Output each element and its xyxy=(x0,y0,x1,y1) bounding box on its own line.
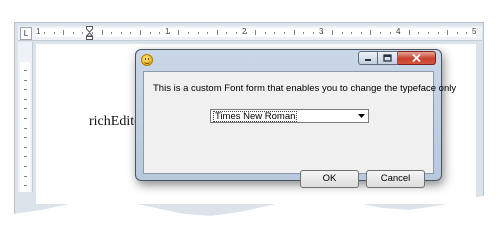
vertical-ruler-tick xyxy=(24,70,27,71)
ruler-tick xyxy=(351,32,353,34)
ruler-tick xyxy=(389,32,391,34)
maximize-icon xyxy=(383,54,392,62)
ruler-tick xyxy=(111,32,113,34)
ruler-tick xyxy=(360,32,362,34)
minimize-button[interactable] xyxy=(358,51,378,65)
ruler-number: 4 xyxy=(396,27,401,36)
ruler-number: 2 xyxy=(242,27,247,36)
tab-selector-button[interactable]: L xyxy=(20,27,32,40)
ruler-tick xyxy=(149,32,151,34)
indent-marker-icon[interactable] xyxy=(86,26,93,40)
vertical-ruler-tick xyxy=(24,89,27,91)
document-text[interactable]: richEdit( xyxy=(89,114,139,130)
vertical-ruler-tick xyxy=(24,175,27,177)
vertical-ruler-tick xyxy=(24,166,27,167)
ruler-tick xyxy=(456,32,458,34)
caption-buttons xyxy=(358,51,436,66)
ruler-tick xyxy=(466,32,468,34)
ruler-tick xyxy=(63,30,65,35)
vertical-ruler-tick xyxy=(24,98,27,100)
ruler-tick xyxy=(332,30,333,35)
dialog-client-area: This is a custom Font form that enables … xyxy=(143,71,456,174)
vertical-ruler-tick xyxy=(24,156,27,158)
ruler-tick xyxy=(120,32,122,34)
ruler-tick xyxy=(159,32,161,34)
ruler-tick xyxy=(428,32,429,34)
maximize-button[interactable] xyxy=(378,51,398,65)
ruler-tick xyxy=(140,30,141,35)
smiley-icon xyxy=(141,54,153,66)
ruler-tick xyxy=(197,32,199,34)
close-icon xyxy=(412,54,421,62)
ruler-number: 5 xyxy=(472,27,477,36)
ruler-number: 1 xyxy=(165,27,170,36)
ruler-tick xyxy=(226,32,228,34)
ruler-number: 1 xyxy=(36,27,41,36)
vertical-ruler-tick xyxy=(24,79,27,81)
ruler-tick xyxy=(130,32,132,34)
ruler-tick xyxy=(188,32,189,34)
cancel-button[interactable]: Cancel xyxy=(366,170,425,188)
ruler-tick xyxy=(53,32,55,34)
ruler-tick xyxy=(236,32,237,34)
ruler-tick xyxy=(178,30,180,35)
ruler-tick xyxy=(82,32,84,34)
ruler-tick xyxy=(370,30,372,35)
dropdown-button[interactable] xyxy=(355,110,368,122)
minimize-icon xyxy=(365,59,371,61)
chevron-down-icon xyxy=(358,114,365,118)
ruler-tick xyxy=(264,32,266,34)
font-name-select[interactable]: Times New Roman xyxy=(210,109,369,123)
ruler-tick xyxy=(418,32,420,34)
ruler-tick xyxy=(303,32,305,34)
ruler-tick xyxy=(380,32,381,34)
ruler-tick xyxy=(341,32,343,34)
vertical-ruler-tick xyxy=(24,118,27,119)
ruler-tick xyxy=(293,30,295,35)
ruler-tick xyxy=(44,32,45,34)
vertical-ruler-tick xyxy=(24,108,27,110)
vertical-ruler-tick xyxy=(24,127,27,129)
vertical-ruler-tick xyxy=(24,185,27,187)
dialog-message: This is a custom Font form that enables … xyxy=(153,83,457,94)
vertical-ruler-tick xyxy=(24,137,27,139)
ruler-tick xyxy=(408,30,410,35)
ruler-tick xyxy=(72,32,74,34)
ruler-tick xyxy=(437,32,439,34)
ruler-tick xyxy=(312,32,314,34)
ruler-tick xyxy=(447,30,449,35)
ruler-tick xyxy=(207,32,209,34)
close-button[interactable] xyxy=(398,51,436,65)
vertical-ruler-tick xyxy=(24,146,27,148)
ruler-tick xyxy=(274,32,276,34)
dialog-titlebar[interactable] xyxy=(136,50,441,70)
font-dialog: This is a custom Font form that enables … xyxy=(135,49,456,188)
ruler-number: 3 xyxy=(319,27,324,36)
ruler-tick xyxy=(101,30,103,35)
ruler-tick xyxy=(216,30,218,35)
ok-button[interactable]: OK xyxy=(300,170,359,188)
ruler-tick xyxy=(284,32,285,34)
ruler-tick xyxy=(255,30,257,35)
font-name-value: Times New Roman xyxy=(213,111,298,122)
